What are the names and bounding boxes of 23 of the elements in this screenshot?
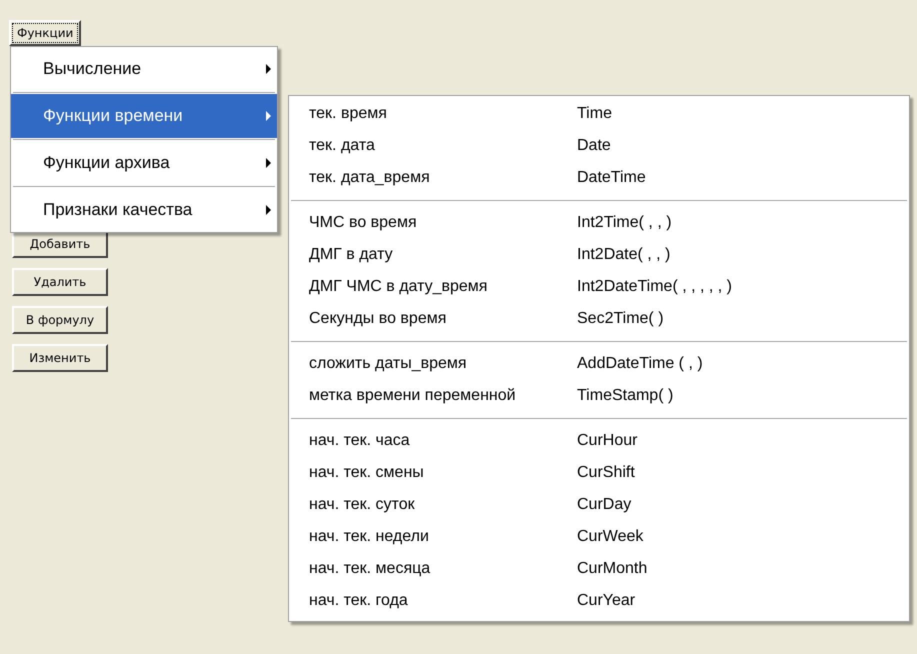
submenu-item[interactable]: Секунды во время Sec2Time( ) bbox=[289, 303, 909, 335]
submenu-item[interactable]: метка времени переменной TimeStamp( ) bbox=[289, 380, 909, 412]
submenu-item[interactable]: нач. тек. суток CurDay bbox=[289, 489, 909, 521]
menu-item[interactable]: Вычисление bbox=[11, 47, 277, 91]
functions-button[interactable]: Функции bbox=[9, 20, 82, 46]
submenu-item[interactable]: ДМГ в дату Int2Date( , , ) bbox=[289, 239, 909, 271]
submenu-item[interactable]: тек. время Time bbox=[289, 98, 909, 130]
menu-item[interactable]: Функции архива bbox=[11, 141, 277, 185]
submenu-item[interactable]: ДМГ ЧМС в дату_время Int2DateTime( , , , , , ) bbox=[289, 271, 909, 303]
submenu-item[interactable]: ЧМС во время Int2Time( , , ) bbox=[289, 207, 909, 239]
submenu-item[interactable]: нач. тек. недели CurWeek bbox=[289, 521, 909, 553]
submenu-item[interactable]: нач. тек. часа CurHour bbox=[289, 425, 909, 457]
action-button[interactable]: Удалить bbox=[12, 268, 108, 296]
submenu-item[interactable]: нач. тек. смены CurShift bbox=[289, 457, 909, 489]
submenu-item[interactable]: нач. тек. месяца CurMonth bbox=[289, 553, 909, 585]
menu-item[interactable]: Признаки качества bbox=[11, 188, 277, 232]
action-button[interactable]: В формулу bbox=[12, 306, 108, 334]
action-button[interactable]: Изменить bbox=[12, 344, 108, 372]
menu-item[interactable]: Функции времени bbox=[11, 94, 277, 138]
submenu-item[interactable]: тек. дата_время DateTime bbox=[289, 162, 909, 194]
submenu-item[interactable]: нач. тек. года CurYear bbox=[289, 585, 909, 617]
submenu-item[interactable]: сложить даты_время AddDateTime ( , ) bbox=[289, 348, 909, 380]
submenu-item[interactable]: тек. дата Date bbox=[289, 130, 909, 162]
